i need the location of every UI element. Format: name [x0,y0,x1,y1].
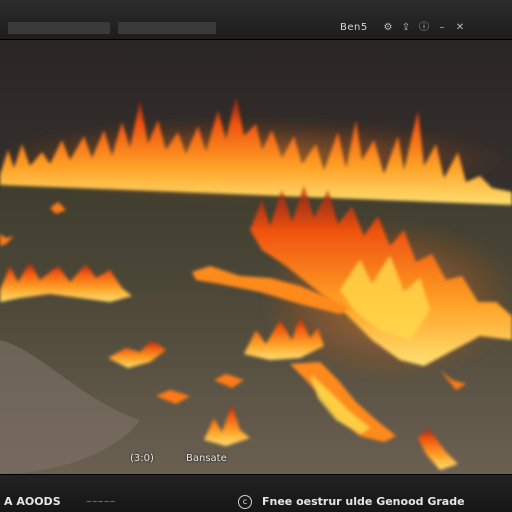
close-icon[interactable]: ✕ [454,22,466,34]
toolbar-tab-1[interactable] [8,22,110,34]
small-tag: ~~~~~ [86,498,116,506]
info-icon[interactable]: ⓘ [418,22,430,34]
bottom-status-bar: A AOODS ~~~~~ c Fnee oestrur ulde Genood… [0,474,512,512]
status-text: Fnee oestrur ulde Genood Grade [262,495,465,508]
toolbar-tab-2[interactable] [118,22,216,34]
timecode: (3:0) [130,453,154,464]
video-viewport[interactable]: (3:0) Bansate [0,40,512,474]
settings-icon[interactable]: ⚙ [382,22,394,34]
share-icon[interactable]: ⇪ [400,22,412,34]
app-name: A AOODS [4,495,61,508]
scene-caption: Bansate [186,453,227,464]
top-toolbar: Ben5 ⚙ ⇪ ⓘ – ✕ [0,0,512,40]
video-player-window: Ben5 ⚙ ⇪ ⓘ – ✕ (3:0) Bansate A AOODS ~~~… [0,0,512,512]
copyright-icon[interactable]: c [238,495,252,509]
minimize-icon[interactable]: – [436,22,448,34]
wildfire-scene-image [0,40,512,474]
toolbar-label: Ben5 [340,22,368,33]
